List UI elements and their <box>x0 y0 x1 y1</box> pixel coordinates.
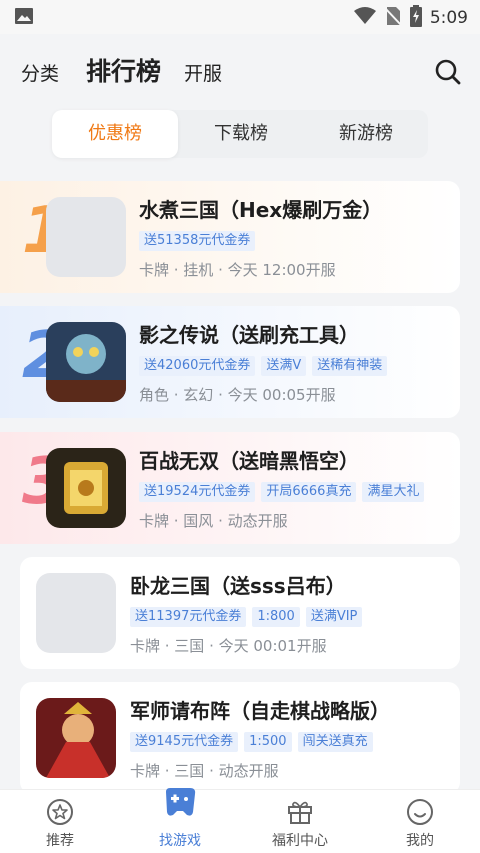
game-tag: 开局6666真充 <box>261 482 357 502</box>
smile-face-icon <box>406 798 434 826</box>
game-meta: 卡牌 · 三国 · 今天 00:01开服 <box>130 637 327 655</box>
game-card[interactable]: 1 水煮三国（Hex爆刷万金） 送51358元代金券 卡牌 · 挂机 · 今天 … <box>0 181 460 293</box>
game-tag: 闯关送真充 <box>297 732 373 752</box>
bottom-nav-welfare[interactable]: 福利中心 <box>240 790 360 853</box>
tab-discount[interactable]: 优惠榜 <box>52 110 178 158</box>
bottom-nav: 推荐 找游戏 福利中心 我的 <box>0 788 480 853</box>
game-meta: 卡牌 · 国风 · 动态开服 <box>139 512 288 530</box>
game-title: 影之传说（送刷充工具） <box>139 323 359 347</box>
game-tag: 送9145元代金券 <box>130 732 239 752</box>
gallery-notification-icon <box>14 7 34 29</box>
battery-charging-icon <box>409 5 422 31</box>
bottom-nav-find-games[interactable]: 找游戏 <box>120 788 240 853</box>
star-circle-icon <box>46 798 74 826</box>
game-meta: 卡牌 · 挂机 · 今天 12:00开服 <box>139 261 336 279</box>
status-time: 5:09 <box>429 8 468 28</box>
game-tag: 送满V <box>261 356 307 376</box>
search-icon[interactable] <box>434 58 462 86</box>
ranking-tabs: 优惠榜 下载榜 新游榜 <box>52 110 428 158</box>
game-card[interactable]: 军师请布阵（自走棋战略版） 送9145元代金券 1:500 闯关送真充 卡牌 ·… <box>20 682 460 794</box>
bottom-nav-recommend[interactable]: 推荐 <box>0 790 120 853</box>
gift-icon <box>286 798 314 826</box>
nav-ranking[interactable]: 排行榜 <box>86 52 161 88</box>
game-meta: 卡牌 · 三国 · 动态开服 <box>130 762 279 780</box>
bottom-nav-label: 我的 <box>406 833 434 849</box>
game-icon <box>46 197 126 277</box>
game-tag: 满星大礼 <box>362 482 425 502</box>
game-tag: 1:800 <box>252 607 300 627</box>
game-title: 百战无双（送暗黑悟空） <box>139 449 359 473</box>
game-title: 水煮三国（Hex爆刷万金） <box>139 198 383 222</box>
game-card[interactable]: 2 影之传说（送刷充工具） 送42060元代金券 送满V 送稀有神装 角色 · … <box>0 306 460 418</box>
game-tag: 送19524元代金券 <box>139 482 256 502</box>
game-title: 军师请布阵（自走棋战略版） <box>130 699 390 723</box>
no-sim-icon <box>384 6 402 30</box>
game-icon <box>36 698 116 778</box>
game-icon <box>36 573 116 653</box>
bottom-nav-label: 推荐 <box>46 833 74 849</box>
game-tag: 送51358元代金券 <box>139 231 256 251</box>
tab-new-games[interactable]: 新游榜 <box>304 110 428 158</box>
game-tag: 1:500 <box>244 732 292 752</box>
nav-category[interactable]: 分类 <box>21 59 59 86</box>
bottom-nav-label: 找游戏 <box>159 833 201 849</box>
game-tag: 送满VIP <box>305 607 363 627</box>
status-bar: 5:09 <box>0 0 480 34</box>
game-tag: 送11397元代金券 <box>130 607 247 627</box>
top-nav: 分类 排行榜 开服 <box>0 50 480 94</box>
game-tag: 送稀有神装 <box>312 356 388 376</box>
gamepad-icon <box>162 784 198 820</box>
wifi-icon <box>353 7 376 29</box>
tab-download[interactable]: 下载榜 <box>178 110 304 158</box>
bottom-nav-mine[interactable]: 我的 <box>360 790 480 853</box>
bottom-nav-label: 福利中心 <box>272 833 328 849</box>
game-icon <box>46 322 126 402</box>
nav-open-server[interactable]: 开服 <box>184 59 222 86</box>
game-card[interactable]: 卧龙三国（送sss吕布） 送11397元代金券 1:800 送满VIP 卡牌 ·… <box>20 557 460 669</box>
game-icon <box>46 448 126 528</box>
game-tag: 送42060元代金券 <box>139 356 256 376</box>
game-meta: 角色 · 玄幻 · 今天 00:05开服 <box>139 386 336 404</box>
game-card[interactable]: 3 百战无双（送暗黑悟空） 送19524元代金券 开局6666真充 满星大礼 卡… <box>0 432 460 544</box>
game-title: 卧龙三国（送sss吕布） <box>130 574 346 598</box>
